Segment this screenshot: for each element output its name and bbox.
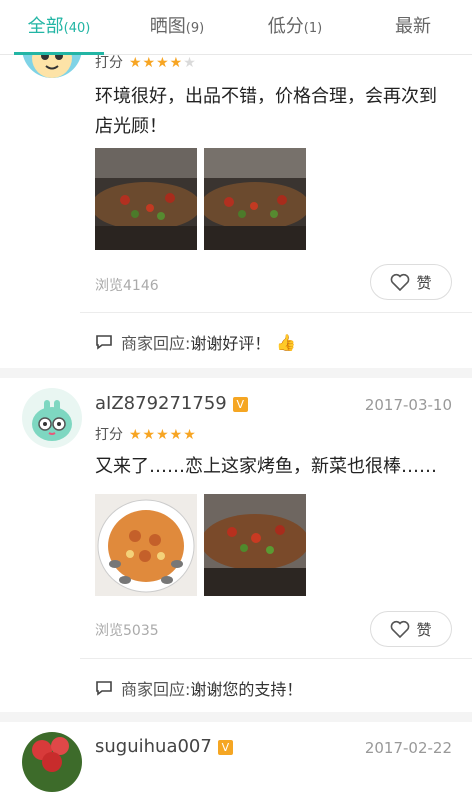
view-count: 浏览4146 [95, 278, 159, 294]
review-photo[interactable] [95, 148, 197, 250]
tab-low-score-label: 低分 [267, 16, 304, 37]
rating: 打分 ★★★★★ [95, 52, 197, 72]
review-text: 环境很好，出品不错，价格合理，会再次到店光顾！ [95, 86, 437, 137]
tab-all-label: 全部 [27, 16, 64, 37]
section-gap [0, 368, 472, 378]
heart-icon [391, 273, 410, 291]
like-label: 赞 [416, 273, 432, 292]
tab-all[interactable]: 全部(40) [0, 0, 118, 55]
comment-icon [96, 335, 112, 350]
reply-text: 谢谢您的支持！ [190, 680, 303, 699]
like-button[interactable]: 赞 [370, 264, 452, 300]
review-text: 又来了……恋上这家烤鱼，新菜也很棒…… [95, 456, 437, 477]
divider [80, 658, 472, 659]
star-rating: ★★★★★ [129, 427, 197, 443]
rating: 打分 ★★★★★ [95, 424, 197, 444]
username-text: suguihua007 [95, 736, 212, 757]
verified-badge: V [232, 397, 248, 412]
reply-prefix: 商家回应: [121, 334, 191, 353]
like-label: 赞 [416, 620, 432, 639]
filter-tab-bar: 全部(40) 晒图(9) 低分(1) 最新 [0, 0, 472, 55]
review-photo[interactable] [95, 494, 197, 596]
review-photo[interactable] [204, 494, 306, 596]
tab-photos[interactable]: 晒图(9) [118, 0, 236, 54]
tab-latest-label: 最新 [395, 16, 431, 37]
username[interactable]: suguihua007 V [95, 736, 233, 757]
tab-latest[interactable]: 最新 [354, 0, 472, 54]
reply-text: 谢谢好评！ [190, 334, 271, 353]
review-date: 2017-02-22 [364, 739, 452, 757]
avatar[interactable] [22, 732, 82, 792]
heart-icon [391, 620, 410, 638]
tab-low-score-count: (1) [303, 21, 323, 36]
reply-prefix: 商家回应: [121, 680, 191, 699]
merchant-reply: 商家回应: 谢谢您的支持！ [95, 676, 302, 700]
section-gap [0, 712, 472, 722]
tab-photos-label: 晒图 [149, 16, 186, 37]
tab-all-count: (40) [63, 21, 91, 36]
star-rating: ★★★★★ [129, 55, 197, 71]
like-button[interactable]: 赞 [370, 611, 452, 647]
view-count: 浏览5035 [95, 623, 159, 639]
tab-low-score[interactable]: 低分(1) [236, 0, 354, 54]
verified-badge: V [217, 740, 233, 755]
username[interactable]: aIZ879271759 V [95, 393, 248, 414]
tab-photos-count: (9) [185, 21, 205, 36]
review-photo[interactable] [204, 148, 306, 250]
review-date: 2017-03-10 [364, 396, 452, 414]
comment-icon [96, 681, 112, 696]
avatar[interactable] [22, 388, 82, 448]
rating-label: 打分 [95, 55, 123, 71]
username-text: aIZ879271759 [95, 393, 227, 414]
divider [80, 312, 472, 313]
rating-label: 打分 [95, 427, 123, 443]
merchant-reply: 商家回应: 谢谢好评！ 👍 [95, 330, 296, 354]
thumbs-up-icon: 👍 [276, 332, 297, 352]
